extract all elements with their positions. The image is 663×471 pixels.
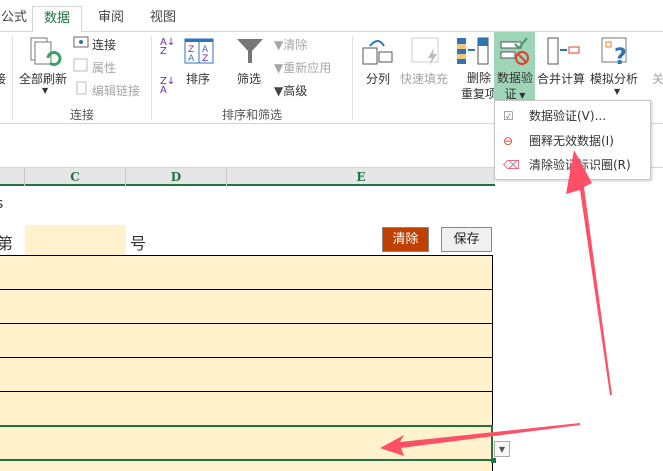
refresh-icon [30,37,62,66]
arrow-annotation [566,150,612,395]
remove-duplicates-icon [457,37,489,65]
filter-button[interactable]: 筛选 [237,70,261,87]
menu-item-circle-invalid[interactable]: ⊖ 圈释无效数据(I) [495,129,650,153]
edit-links-icon [76,81,87,95]
svg-text:Z: Z [202,54,208,64]
consolidate-icon [547,37,580,65]
advanced-filter-icon: ▼ [274,84,284,98]
properties-button[interactable]: 属性 [92,59,116,76]
svg-text:?: ? [614,45,627,66]
column-header-d[interactable]: D [126,168,227,186]
connection-icon [73,36,89,48]
chevron-down-icon: ▼ [42,86,49,95]
partial-label: 接 [0,72,7,86]
edit-links-button[interactable]: 编辑链接 [92,82,140,99]
table-row[interactable] [0,290,493,324]
filter-icon [237,39,263,63]
menu-item-clear-circles[interactable]: ⌫ 清除验证标识圈(R) [495,153,650,177]
reapply-icon: ▼ [274,61,284,75]
chevron-down-icon: ▼ [614,87,621,96]
clear-filter-button[interactable]: ▼清除 [274,36,307,53]
properties-icon [73,58,88,72]
table-row[interactable] [0,255,493,290]
dropdown-arrow-button[interactable]: ▼ [494,441,510,457]
relationships-button[interactable]: 关 [652,70,663,87]
what-if-analysis-icon: ? [601,37,627,66]
svg-text:A: A [188,54,195,64]
label-hao: 号 [130,234,147,253]
data-validation-menu: ☑ 数据验证(V)... ⊖ 圈释无效数据(I) ⌫ 清除验证标识圈(R) [494,100,651,180]
tab-formulas[interactable]: 公式 [0,6,34,33]
fill-handle[interactable] [491,458,496,463]
table-row[interactable] [0,358,493,392]
group-label-sort-filter: 排序和筛选 [222,108,283,122]
data-validation-icon [500,37,529,65]
clear-filter-icon: ▼ [274,38,284,52]
table-row[interactable] [0,461,493,471]
sort-button[interactable]: 排序 [186,70,210,87]
tab-data[interactable]: 数据 [32,6,82,33]
reapply-button[interactable]: ▼重新应用 [274,59,331,76]
table-row[interactable] [0,392,493,425]
connections-button[interactable]: 连接 [92,36,116,53]
circle-invalid-icon: ⊖ [503,134,514,148]
what-if-analysis-button[interactable]: 模拟分析 [590,70,638,87]
column-header-e[interactable]: E [227,168,495,186]
tab-review[interactable]: 审阅 [88,6,134,33]
text-to-columns-icon [362,40,393,65]
data-validation-button[interactable]: 数据验证 ▼ [494,32,535,101]
consolidate-button[interactable]: 合并计算 [537,70,585,87]
remove-duplicates-button[interactable]: 删除 重复项 [461,70,497,102]
column-header-c[interactable]: C [25,168,126,186]
save-button[interactable]: 保存 [441,227,492,252]
selected-cell[interactable] [0,425,493,461]
advanced-filter-button[interactable]: ▼高级 [274,82,307,99]
label-di: 第 [0,234,14,253]
flash-fill-icon [411,37,439,66]
table-row[interactable] [0,324,493,358]
sort-icon: ZAAZ [184,38,214,64]
column-headers: C D E [0,168,495,186]
chevron-down-icon: ▼ [516,91,526,100]
clear-circles-icon: ⌫ [503,158,520,172]
text-to-columns-button[interactable]: 分列 [366,70,390,87]
cell-text: s [0,196,3,212]
sort-asc-button[interactable]: A↓ Z [160,38,175,57]
tab-view[interactable]: 视图 [140,6,186,33]
ribbon-tabs: 公式 数据 审阅 视图 [0,0,663,33]
sort-desc-button[interactable]: Z↓ A [160,77,175,96]
flash-fill-button[interactable]: 快速填充 [400,70,448,87]
number-input-cell[interactable] [25,225,126,255]
group-label-connections: 连接 [70,108,95,122]
clear-button[interactable]: 清除 [382,227,429,252]
validation-icon: ☑ [503,109,514,123]
menu-item-data-validation[interactable]: ☑ 数据验证(V)... [495,104,650,128]
